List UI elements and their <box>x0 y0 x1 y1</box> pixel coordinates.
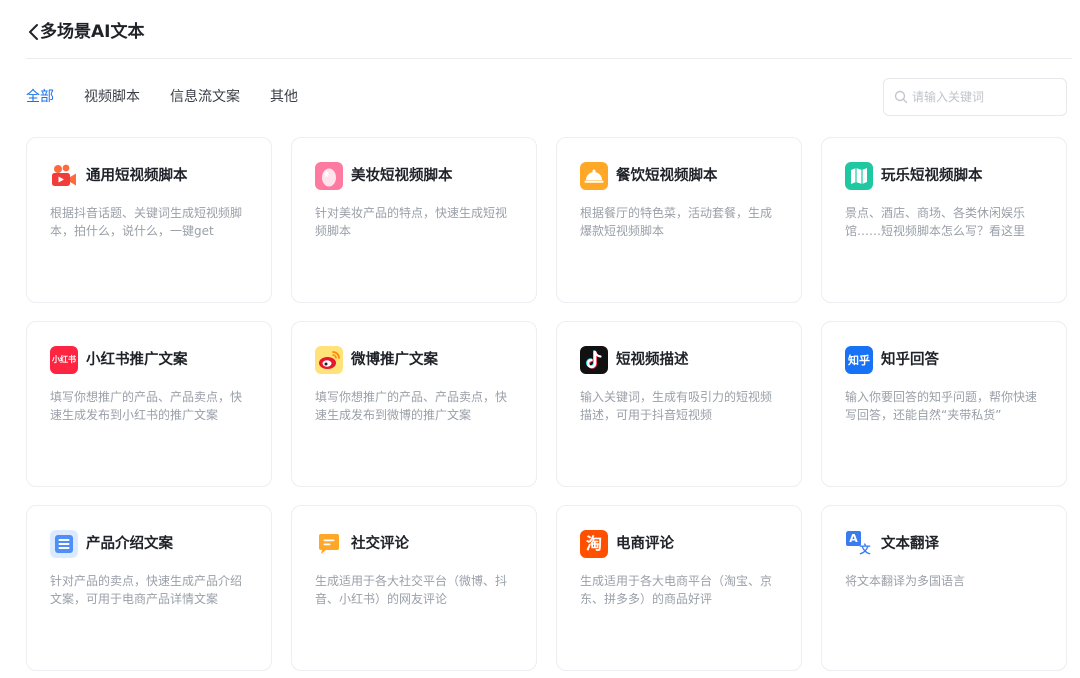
douyin-logo-icon <box>580 346 608 374</box>
card-xiaohongshu-copy[interactable]: 小红书 小红书推广文案 填写你想推广的产品、产品卖点，快速生成发布到小红书的推广… <box>26 321 272 487</box>
category-tabs: 全部 视频脚本 信息流文案 其他 <box>26 86 328 108</box>
card-title: 短视频描述 <box>616 352 689 368</box>
map-icon <box>845 162 873 190</box>
weibo-logo-icon <box>315 346 343 374</box>
card-description: 针对产品的卖点，快速生成产品介绍文案，可用于电商产品详情文案 <box>50 574 243 606</box>
card-dining-video-script[interactable]: 餐饮短视频脚本 根据餐厅的特色菜，活动套餐，生成爆款短视频脚本 <box>556 137 802 303</box>
card-product-intro-copy[interactable]: 产品介绍文案 针对产品的卖点，快速生成产品介绍文案，可用于电商产品详情文案 <box>26 505 272 671</box>
card-beauty-video-script[interactable]: 美妆短视频脚本 针对美妆产品的特点，快速生成短视频脚本 <box>291 137 537 303</box>
taobao-logo-text: 淘 <box>585 534 602 553</box>
document-lines-icon <box>50 530 78 558</box>
taobao-logo-icon: 淘 <box>580 530 608 558</box>
video-camera-icon <box>50 162 78 190</box>
card-title: 文本翻译 <box>881 536 939 552</box>
search-input[interactable] <box>912 87 1060 107</box>
card-description: 景点、酒店、商场、各类休闲娱乐馆……短视频脚本怎么写？看这里 <box>845 206 1026 238</box>
card-description: 根据餐厅的特色菜，活动套餐，生成爆款短视频脚本 <box>580 206 773 238</box>
card-description: 生成适用于各大社交平台（微博、抖音、小红书）的网友评论 <box>315 574 508 606</box>
tab-other[interactable]: 其他 <box>270 86 298 108</box>
tab-feed-copy[interactable]: 信息流文案 <box>170 86 240 108</box>
card-leisure-video-script[interactable]: 玩乐短视频脚本 景点、酒店、商场、各类休闲娱乐馆……短视频脚本怎么写？看这里 <box>821 137 1067 303</box>
card-weibo-copy[interactable]: 微博推广文案 填写你想推广的产品、产品卖点，快速生成发布到微博的推广文案 <box>291 321 537 487</box>
xiaohongshu-logo-icon: 小红书 <box>50 346 78 374</box>
card-text-translation[interactable]: A 文 文本翻译 将文本翻译为多国语言 <box>821 505 1067 671</box>
zhihu-logo-text: 知乎 <box>848 353 870 367</box>
dining-cloche-icon <box>580 162 608 190</box>
card-description: 填写你想推广的产品、产品卖点，快速生成发布到小红书的推广文案 <box>50 390 243 422</box>
card-description: 根据抖音话题、关键词生成短视频脚本，拍什么，说什么，一键get <box>50 206 243 238</box>
card-title: 微博推广文案 <box>351 352 438 368</box>
card-description: 生成适用于各大电商平台（淘宝、京东、拼多多）的商品好评 <box>580 574 773 606</box>
tab-all[interactable]: 全部 <box>26 86 54 108</box>
search-icon <box>893 89 909 105</box>
card-title: 小红书推广文案 <box>86 352 188 368</box>
card-description: 填写你想推广的产品、产品卖点，快速生成发布到微博的推广文案 <box>315 390 508 422</box>
card-title: 美妆短视频脚本 <box>351 168 453 184</box>
card-title: 餐饮短视频脚本 <box>616 168 718 184</box>
comment-bubble-icon <box>315 530 343 558</box>
card-title: 产品介绍文案 <box>86 536 173 552</box>
card-title: 知乎回答 <box>881 352 939 368</box>
card-description: 输入关键词，生成有吸引力的短视频描述，可用于抖音短视频 <box>580 390 773 422</box>
card-title: 玩乐短视频脚本 <box>881 168 983 184</box>
card-title: 通用短视频脚本 <box>86 168 188 184</box>
xiaohongshu-logo-text: 小红书 <box>52 355 76 364</box>
card-ecommerce-comment[interactable]: 淘 电商评论 生成适用于各大电商平台（淘宝、京东、拼多多）的商品好评 <box>556 505 802 671</box>
header-divider <box>26 58 1072 59</box>
translate-icon: A 文 <box>845 530 873 558</box>
card-description: 将文本翻译为多国语言 <box>845 574 966 588</box>
tab-video-script[interactable]: 视频脚本 <box>84 86 140 108</box>
card-title: 电商评论 <box>616 536 674 552</box>
card-social-comment[interactable]: 社交评论 生成适用于各大社交平台（微博、抖音、小红书）的网友评论 <box>291 505 537 671</box>
search-box[interactable] <box>883 78 1067 116</box>
beauty-egg-icon <box>315 162 343 190</box>
page-header: 多场景AI文本 <box>0 0 1080 60</box>
card-description: 针对美妆产品的特点，快速生成短视频脚本 <box>315 206 508 238</box>
card-description: 输入你要回答的知乎问题，帮你快速写回答，还能自然“夹带私货” <box>845 390 1038 422</box>
translate-icon-letter-wen: 文 <box>859 543 871 556</box>
card-zhihu-answer[interactable]: 知乎 知乎回答 输入你要回答的知乎问题，帮你快速写回答，还能自然“夹带私货” <box>821 321 1067 487</box>
card-short-video-description[interactable]: 短视频描述 输入关键词，生成有吸引力的短视频描述，可用于抖音短视频 <box>556 321 802 487</box>
zhihu-logo-icon: 知乎 <box>845 346 873 374</box>
card-general-video-script[interactable]: 通用短视频脚本 根据抖音话题、关键词生成短视频脚本，拍什么，说什么，一键get <box>26 137 272 303</box>
card-title: 社交评论 <box>351 536 409 552</box>
page-title: 多场景AI文本 <box>40 22 145 42</box>
